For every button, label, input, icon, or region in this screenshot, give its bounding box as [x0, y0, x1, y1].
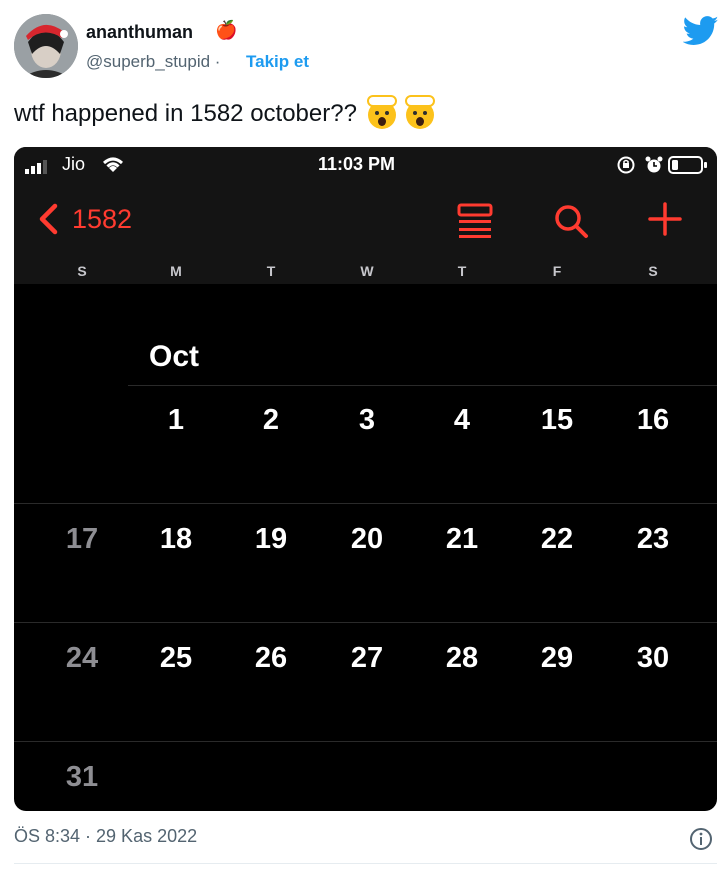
back-year-label[interactable]: 1582 — [72, 204, 132, 235]
exploding-head-emoji-icon — [405, 94, 436, 129]
day-cell[interactable]: 2 — [241, 404, 301, 437]
battery-icon — [668, 156, 707, 174]
weekday-label: T — [457, 263, 467, 279]
follow-button[interactable]: Takip et — [246, 52, 309, 72]
user-handle[interactable]: @superb_stupid · — [86, 52, 220, 72]
day-cell[interactable]: 1 — [146, 404, 206, 437]
chevron-left-icon[interactable] — [36, 203, 60, 235]
handle-separator: · — [210, 52, 221, 71]
day-cell[interactable]: 4 — [432, 404, 492, 437]
tweet-text-body: wtf happened in 1582 october?? — [14, 100, 357, 127]
day-cell[interactable]: 18 — [146, 523, 206, 556]
week-divider — [14, 622, 717, 623]
tweet-text: wtf happened in 1582 october?? — [14, 94, 436, 129]
day-cell[interactable]: 16 — [623, 404, 683, 437]
twitter-bird-icon[interactable] — [683, 16, 719, 46]
weekday-label: F — [552, 263, 562, 279]
bottom-divider — [14, 863, 717, 864]
day-cell[interactable]: 31 — [52, 761, 112, 794]
month-label: Oct — [149, 340, 200, 373]
weekday-label: S — [648, 263, 658, 279]
day-cell[interactable]: 3 — [337, 404, 397, 437]
day-cell[interactable]: 23 — [623, 523, 683, 556]
search-icon[interactable] — [552, 202, 590, 240]
day-cell[interactable]: 15 — [527, 404, 587, 437]
day-cell[interactable]: 22 — [527, 523, 587, 556]
day-cell[interactable]: 29 — [527, 642, 587, 675]
day-cell[interactable]: 20 — [337, 523, 397, 556]
avatar[interactable] — [14, 14, 78, 78]
day-cell[interactable]: 21 — [432, 523, 492, 556]
carrier-label: Jio — [62, 154, 86, 174]
calendar-screenshot[interactable]: Jio 11:03 PM 1582 SMTWTFS Oct 1 2 3 4 15 1 — [14, 147, 717, 811]
day-cell[interactable]: 26 — [241, 642, 301, 675]
handle-text: @superb_stupid — [86, 52, 211, 71]
weekday-label: T — [266, 263, 276, 279]
day-cell[interactable]: 28 — [432, 642, 492, 675]
week-divider — [128, 385, 717, 386]
tweet-timestamp[interactable]: ÖS 8:34 · 29 Kas 2022 — [14, 826, 197, 847]
apple-emoji-icon: 🍎 — [215, 20, 238, 40]
status-time: 11:03 PM — [318, 154, 396, 174]
day-cell[interactable]: 27 — [337, 642, 397, 675]
week-divider — [14, 503, 717, 504]
day-cell[interactable]: 30 — [623, 642, 683, 675]
username[interactable]: ananthuman — [86, 22, 193, 43]
alarm-icon — [645, 156, 663, 173]
wifi-icon — [103, 157, 123, 172]
weekday-label: M — [170, 263, 182, 279]
add-icon[interactable] — [647, 201, 683, 237]
day-cell[interactable]: 25 — [146, 642, 206, 675]
day-cell[interactable]: 24 — [52, 642, 112, 675]
info-icon[interactable] — [689, 827, 713, 851]
avatar-image — [14, 14, 78, 78]
day-cell[interactable]: 17 — [52, 523, 112, 556]
weekday-label: S — [77, 263, 87, 279]
exploding-head-emoji-icon — [366, 94, 397, 129]
list-view-icon[interactable] — [456, 203, 494, 239]
signal-icon — [25, 160, 47, 174]
rotation-lock-icon — [617, 156, 635, 174]
week-divider — [14, 741, 717, 742]
weekday-label: W — [360, 263, 374, 279]
day-cell[interactable]: 19 — [241, 523, 301, 556]
